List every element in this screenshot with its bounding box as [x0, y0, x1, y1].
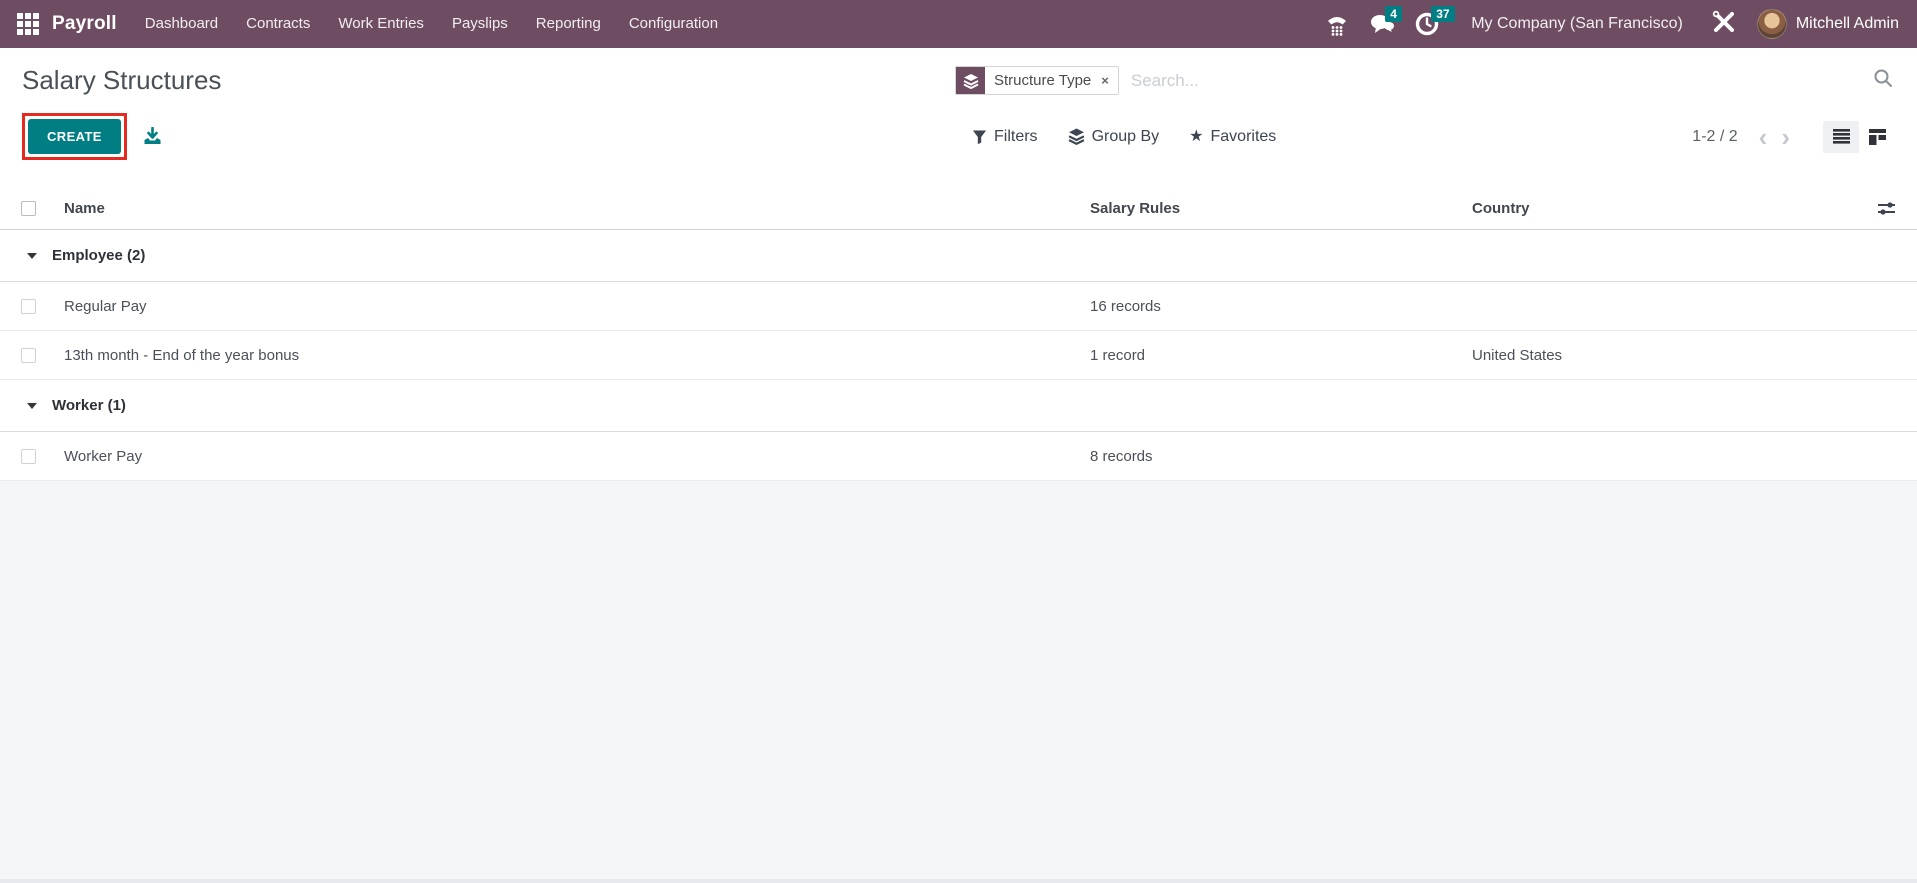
- search-icon[interactable]: [1873, 68, 1893, 93]
- cell-salary-rules: 8 records: [1090, 447, 1153, 465]
- messages-count-badge: 4: [1385, 6, 1402, 22]
- filter-funnel-icon: [972, 129, 987, 144]
- row-checkbox[interactable]: [21, 298, 36, 314]
- menu-dashboard[interactable]: Dashboard: [131, 0, 232, 48]
- list-view-button[interactable]: [1823, 120, 1859, 153]
- column-header-name[interactable]: Name: [52, 200, 1075, 217]
- app-name[interactable]: Payroll: [46, 13, 131, 35]
- kanban-view-icon: [1868, 128, 1886, 145]
- main-menu: Dashboard Contracts Work Entries Payslip…: [131, 0, 732, 48]
- kanban-view-button[interactable]: [1859, 121, 1895, 153]
- layers-icon: [956, 67, 985, 94]
- activities-clock-icon[interactable]: 37: [1405, 0, 1455, 48]
- messages-icon[interactable]: 4: [1359, 0, 1405, 48]
- cell-salary-rules: 1 record: [1090, 346, 1146, 364]
- search-bar: Structure Type ×: [955, 66, 1895, 95]
- facet-label: Structure Type: [994, 72, 1092, 89]
- table-row[interactable]: Regular Pay 16 records: [0, 282, 1917, 331]
- cell-country: United States: [1472, 346, 1563, 364]
- bottom-scrollbar-track: [0, 879, 1917, 883]
- row-checkbox[interactable]: [21, 448, 36, 464]
- cell-name: Worker Pay: [64, 447, 143, 465]
- menu-reporting[interactable]: Reporting: [522, 0, 615, 48]
- user-name: Mitchell Admin: [1795, 15, 1899, 32]
- top-navbar: Payroll Dashboard Contracts Work Entries…: [0, 0, 1917, 48]
- search-facet-structure-type: Structure Type ×: [955, 66, 1119, 95]
- create-button-highlight: CREATE: [22, 113, 127, 160]
- apps-menu-icon[interactable]: [10, 0, 46, 48]
- user-menu[interactable]: Mitchell Admin: [1749, 9, 1917, 39]
- facet-remove-icon[interactable]: ×: [1100, 67, 1118, 94]
- user-avatar: [1756, 9, 1787, 39]
- table-row[interactable]: Worker Pay 8 records: [0, 432, 1917, 481]
- group-by-layers-icon: [1068, 128, 1084, 145]
- page-title: Salary Structures: [22, 65, 222, 95]
- pager-previous-icon[interactable]: ‹: [1752, 124, 1775, 150]
- column-header-country[interactable]: Country: [1460, 200, 1855, 217]
- menu-configuration[interactable]: Configuration: [615, 0, 732, 48]
- table-header: Name Salary Rules Country: [0, 188, 1917, 230]
- export-download-icon[interactable]: [143, 127, 162, 146]
- filters-button[interactable]: Filters: [972, 128, 1038, 146]
- group-collapse-caret-icon: [27, 402, 37, 409]
- create-button[interactable]: CREATE: [28, 119, 121, 154]
- star-icon: ★: [1189, 127, 1204, 145]
- group-row-employee[interactable]: Employee (2): [0, 230, 1917, 282]
- table-row[interactable]: 13th month - End of the year bonus 1 rec…: [0, 331, 1917, 380]
- search-input[interactable]: [1118, 70, 1873, 91]
- cell-salary-rules: 16 records: [1090, 297, 1161, 315]
- menu-payslips[interactable]: Payslips: [438, 0, 522, 48]
- optional-columns-icon[interactable]: [1855, 201, 1917, 216]
- list-view-icon: [1832, 129, 1850, 144]
- debug-tools-icon[interactable]: [1699, 9, 1749, 40]
- voip-phone-icon[interactable]: [1315, 0, 1359, 48]
- row-checkbox[interactable]: [21, 347, 36, 363]
- favorites-button[interactable]: ★ Favorites: [1189, 128, 1276, 146]
- cell-name: Regular Pay: [64, 297, 147, 315]
- company-switcher[interactable]: My Company (San Francisco): [1449, 15, 1699, 33]
- menu-contracts[interactable]: Contracts: [232, 0, 324, 48]
- activities-count-badge: 37: [1431, 6, 1455, 22]
- group-collapse-caret-icon: [27, 252, 37, 259]
- group-row-worker[interactable]: Worker (1): [0, 380, 1917, 432]
- pager-next-icon[interactable]: ›: [1774, 124, 1797, 150]
- select-all-checkbox[interactable]: [21, 201, 36, 216]
- cell-name: 13th month - End of the year bonus: [64, 346, 300, 364]
- pager-range: 1-2 / 2: [1692, 127, 1738, 145]
- menu-work-entries[interactable]: Work Entries: [324, 0, 438, 48]
- column-header-salary-rules[interactable]: Salary Rules: [1075, 200, 1460, 217]
- group-by-button[interactable]: Group By: [1068, 128, 1159, 146]
